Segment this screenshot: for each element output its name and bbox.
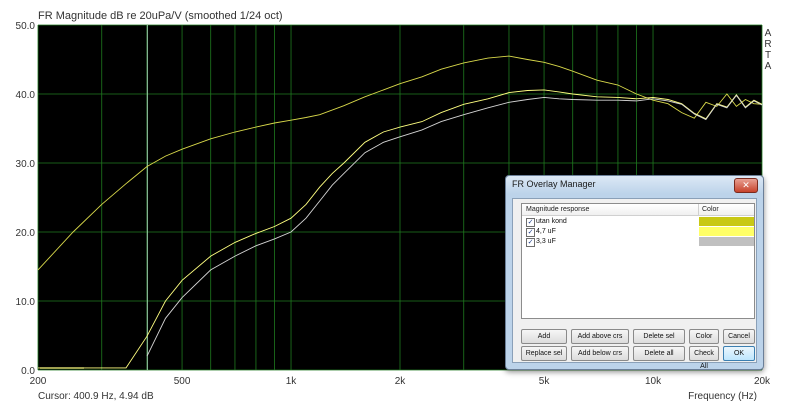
cursor-readout: Cursor: 400.9 Hz, 4.94 dB [38,391,154,402]
replace-selected-button[interactable]: Replace sel [521,346,567,361]
dialog-titlebar[interactable]: FR Overlay Manager ✕ [506,176,763,194]
x-tick-label: 200 [30,376,47,387]
dialog-body: Magnitude response Color ✓ utan kond ✓ 4… [512,198,757,370]
color-swatch[interactable] [699,227,754,236]
close-icon[interactable]: ✕ [734,178,758,193]
overlay-label: utan kond [536,218,567,225]
list-item[interactable]: ✓ 3,3 uF [522,237,754,247]
arta-letter: T [765,50,771,61]
cancel-button[interactable]: Cancel [723,329,755,344]
list-header: Magnitude response Color [522,204,754,216]
fr-overlay-manager-dialog: FR Overlay Manager ✕ Magnitude response … [505,175,764,370]
delete-selected-button[interactable]: Delete sel [633,329,685,344]
arta-letter: R [764,39,771,50]
x-tick-label: 500 [174,376,191,387]
overlay-checkbox[interactable]: ✓ [526,228,535,237]
x-tick-label: 1k [286,376,298,387]
overlay-checkbox[interactable]: ✓ [526,218,535,227]
add-below-cursor-button[interactable]: Add below crs [571,346,629,361]
overlay-label: 3,3 uF [536,238,556,245]
color-swatch[interactable] [699,217,754,226]
y-tick-label: 10.0 [16,297,36,308]
y-tick-label: 40.0 [16,90,36,101]
overlay-list[interactable]: Magnitude response Color ✓ utan kond ✓ 4… [521,203,755,319]
color-button[interactable]: Color [689,329,719,344]
arta-letter: A [765,28,772,39]
color-swatch[interactable] [699,237,754,246]
x-tick-label: 20k [754,376,771,387]
arta-letter: A [765,61,772,72]
y-tick-label: 50.0 [16,21,36,32]
column-header-color[interactable]: Color [702,206,719,213]
delete-all-button[interactable]: Delete all [633,346,685,361]
x-tick-label: 5k [539,376,551,387]
overlay-label: 4,7 uF [536,228,556,235]
x-tick-label: 10k [645,376,662,387]
x-tick-label: 2k [395,376,407,387]
x-axis-label: Frequency (Hz) [688,391,757,402]
add-above-cursor-button[interactable]: Add above crs [571,329,629,344]
column-divider [698,204,699,215]
dialog-title: FR Overlay Manager [512,179,596,189]
list-item[interactable]: ✓ utan kond [522,217,754,227]
list-item[interactable]: ✓ 4,7 uF [522,227,754,237]
column-header-magnitude[interactable]: Magnitude response [526,206,589,213]
chart-title: FR Magnitude dB re 20uPa/V (smoothed 1/2… [38,10,283,22]
add-button[interactable]: Add [521,329,567,344]
overlay-checkbox[interactable]: ✓ [526,238,535,247]
ok-button[interactable]: OK [723,346,755,361]
check-all-button[interactable]: Check All [689,346,719,370]
y-tick-label: 30.0 [16,159,36,170]
y-tick-label: 20.0 [16,228,36,239]
